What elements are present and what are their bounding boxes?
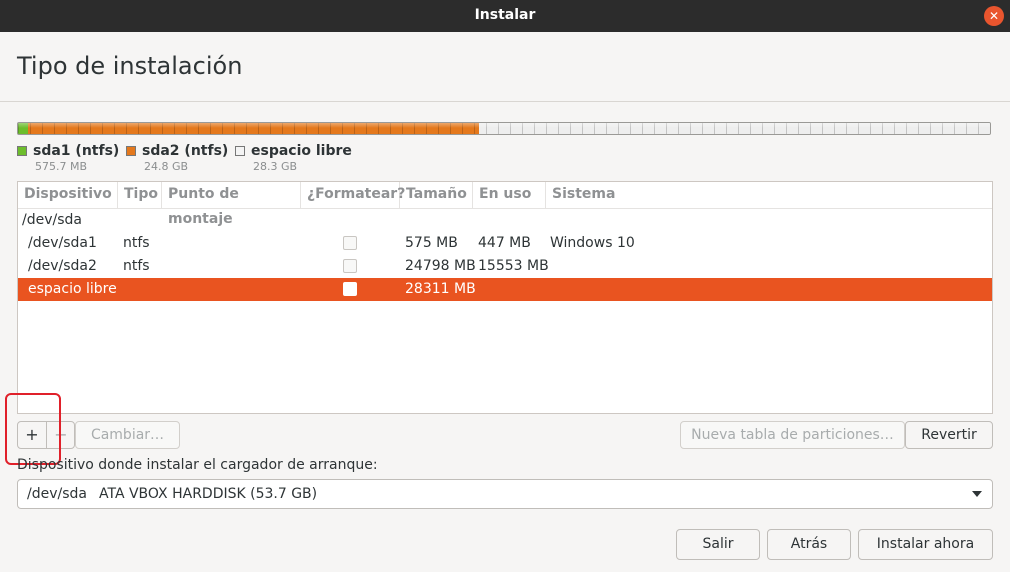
cell-size: 575 MB <box>405 235 458 251</box>
legend-sda1: sda1 (ntfs) 575.7 MB <box>17 143 119 173</box>
close-icon[interactable]: ✕ <box>984 6 1004 26</box>
format-checkbox[interactable] <box>343 282 357 296</box>
cell-used: 15553 MB <box>478 258 549 274</box>
cell-device: /dev/sda1 <box>28 235 97 251</box>
table-header: Dispositivo Tipo Punto de montaje ¿Forma… <box>18 182 992 227</box>
change-partition-button[interactable]: Cambiar… <box>75 421 180 449</box>
legend-size-sda2: 24.8 GB <box>144 160 189 173</box>
table-row-free-space[interactable]: espacio libre 28311 MB <box>18 278 992 301</box>
column-header-format[interactable]: ¿Formatear? <box>301 182 405 208</box>
column-header-device[interactable]: Dispositivo <box>18 182 118 208</box>
cell-device: espacio libre <box>28 281 117 297</box>
table-row-sda1[interactable]: /dev/sda1 ntfs 575 MB 447 MB Windows 10 <box>18 232 992 255</box>
cell-used: 447 MB <box>478 235 531 251</box>
column-header-mount[interactable]: Punto de montaje <box>162 182 301 227</box>
bootloader-device-select[interactable]: /dev/sda ATA VBOX HARDDISK (53.7 GB) <box>17 479 993 509</box>
cell-type: ntfs <box>123 258 150 274</box>
cell-device: /dev/sda2 <box>28 258 97 274</box>
window-titlebar: Instalar ✕ <box>0 0 1010 32</box>
table-row-sda[interactable]: /dev/sda <box>18 209 992 232</box>
format-checkbox[interactable] <box>343 259 357 273</box>
cell-system: Windows 10 <box>550 235 635 251</box>
format-checkbox[interactable] <box>343 236 357 250</box>
legend-swatch-free <box>235 146 245 156</box>
back-button[interactable]: Atrás <box>767 529 851 560</box>
legend-name-sda2: sda2 (ntfs) <box>142 143 229 159</box>
legend-size-free: 28.3 GB <box>253 160 298 173</box>
page-title: Tipo de instalación <box>17 52 243 80</box>
legend-sda2: sda2 (ntfs) 24.8 GB <box>126 143 228 173</box>
revert-button[interactable]: Revertir <box>905 421 993 449</box>
column-header-system[interactable]: Sistema <box>546 182 992 208</box>
legend-swatch-sda2 <box>126 146 136 156</box>
cell-device: /dev/sda <box>22 212 82 228</box>
window-title: Instalar <box>474 7 536 23</box>
header-divider <box>0 101 1010 102</box>
cell-size: 28311 MB <box>405 281 476 297</box>
bootloader-device-desc: ATA VBOX HARDDISK (53.7 GB) <box>99 486 318 502</box>
annotation-highlight <box>5 393 61 465</box>
cell-size: 24798 MB <box>405 258 476 274</box>
install-now-button[interactable]: Instalar ahora <box>858 529 993 560</box>
quit-button[interactable]: Salir <box>676 529 760 560</box>
partition-bar-shine <box>18 123 990 128</box>
legend-swatch-sda1 <box>17 146 27 156</box>
chevron-down-icon <box>972 491 982 497</box>
legend-name-sda1: sda1 (ntfs) <box>33 143 120 159</box>
new-partition-table-button[interactable]: Nueva tabla de particiones… <box>680 421 905 449</box>
column-header-size[interactable]: Tamaño <box>400 182 473 208</box>
bootloader-label: Dispositivo donde instalar el cargador d… <box>17 457 378 473</box>
legend-name-free: espacio libre <box>251 143 352 159</box>
partition-bar <box>17 122 991 135</box>
cell-type: ntfs <box>123 235 150 251</box>
partition-table[interactable]: Dispositivo Tipo Punto de montaje ¿Forma… <box>17 181 993 414</box>
legend-free: espacio libre 28.3 GB <box>235 143 352 173</box>
column-header-type[interactable]: Tipo <box>118 182 162 208</box>
legend-size-sda1: 575.7 MB <box>35 160 88 173</box>
column-header-used[interactable]: En uso <box>473 182 546 208</box>
table-row-sda2[interactable]: /dev/sda2 ntfs 24798 MB 15553 MB <box>18 255 992 278</box>
bootloader-device: /dev/sda <box>27 486 87 502</box>
